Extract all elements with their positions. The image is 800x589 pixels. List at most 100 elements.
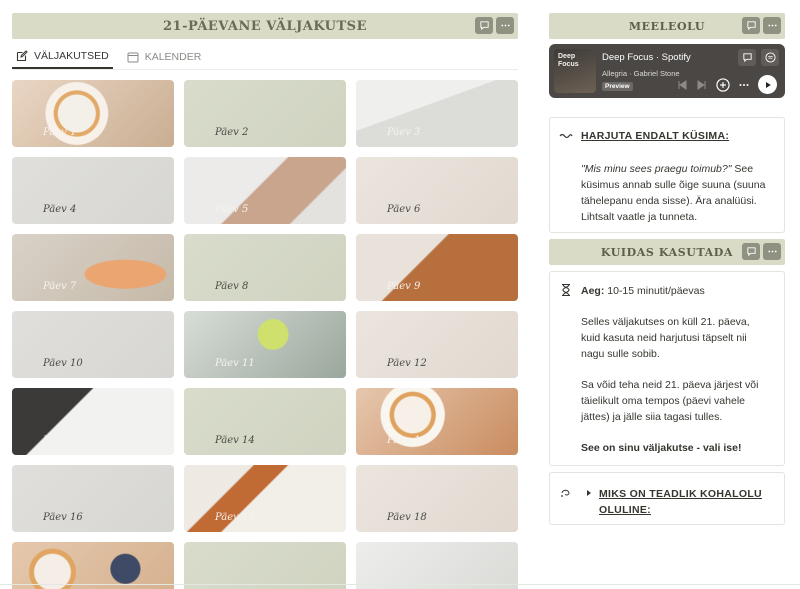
day-card-2[interactable]: Päev 2 (184, 80, 346, 147)
day-label: Päev 18 (387, 512, 427, 523)
more-icon[interactable] (738, 79, 750, 91)
day-label: Päev 1 (43, 127, 77, 138)
comment-button[interactable] (738, 49, 756, 66)
day-label: Päev 2 (215, 127, 249, 138)
day-card-9[interactable]: Päev 9 (356, 234, 518, 301)
day-card-13[interactable]: Päev 13 (12, 388, 174, 455)
track-artist: Allegria · Gabriel Stone (602, 69, 680, 78)
howto-title: KUIDAS KASUTADA (600, 245, 734, 259)
practice-callout: HARJUTA ENDALT KÜSIMA: "Mis minu sees pr… (549, 117, 785, 233)
howto-paragraph-1: Selles väljakutses on küll 21. päeva, ku… (581, 316, 750, 360)
spotify-embed[interactable]: Deep Focus Deep Focus · Spotify Allegria… (549, 44, 785, 98)
day-label: Päev 10 (43, 358, 83, 369)
day-label: Päev 16 (43, 512, 83, 523)
day-card-6[interactable]: Päev 6 (356, 157, 518, 224)
next-icon[interactable] (696, 79, 708, 91)
previous-icon[interactable] (676, 79, 688, 91)
howto-paragraph-2: Sa võid teha neid 21. päeva järjest või … (581, 379, 759, 423)
cover-text: Deep Focus (558, 53, 579, 68)
day-card-21[interactable] (356, 542, 518, 589)
day-card-3[interactable]: Päev 3 (356, 80, 518, 147)
more-icon (767, 250, 777, 253)
tab-challenges[interactable]: VÄLJAKUTSED (12, 44, 113, 69)
day-card-14[interactable]: Päev 14 (184, 388, 346, 455)
header-actions (742, 243, 781, 260)
edit-icon (16, 49, 28, 61)
day-label: Päev 7 (43, 281, 77, 292)
tab-calendar[interactable]: KALENDER (123, 44, 206, 69)
practice-question: "Mis minu sees praegu toimub?" (581, 163, 732, 175)
more-button[interactable] (763, 17, 781, 34)
thought-bubble-icon (561, 489, 570, 497)
play-button[interactable] (758, 75, 777, 94)
more-button[interactable] (496, 17, 514, 34)
practice-text: "Mis minu sees praegu toimub?" See küsim… (581, 161, 770, 225)
more-icon (500, 24, 510, 27)
howto-text: Aeg: 10-15 minutit/päevas Selles väljaku… (581, 283, 770, 471)
day-card-7[interactable]: Päev 7 (12, 234, 174, 301)
more-icon (767, 24, 777, 27)
why-callout[interactable]: MIKS ON TEADLIK KOHALOLU OLULINE: (549, 472, 785, 525)
page-title: 21-PÄEVANE VÄLJAKUTSE (163, 18, 367, 34)
day-card-4[interactable]: Päev 4 (12, 157, 174, 224)
day-label: Päev 11 (215, 358, 255, 369)
why-heading[interactable]: MIKS ON TEADLIK KOHALOLU OLULINE: (599, 486, 764, 518)
day-label: Päev 6 (387, 204, 421, 215)
day-card-18[interactable]: Päev 18 (356, 465, 518, 532)
day-card-8[interactable]: Päev 8 (184, 234, 346, 301)
time-value: 10-15 minutit/päevas (604, 285, 705, 297)
embed-actions (738, 49, 779, 66)
comment-icon (742, 53, 752, 63)
day-card-17[interactable]: Päev 17 (184, 465, 346, 532)
view-tabs: VÄLJAKUTSED KALENDER (12, 44, 518, 70)
day-label: Päev 4 (43, 204, 77, 215)
howto-callout: Aeg: 10-15 minutit/päevas Selles väljaku… (549, 271, 785, 466)
header-actions (742, 17, 781, 34)
day-card-10[interactable]: Päev 10 (12, 311, 174, 378)
day-label: Päev 13 (43, 435, 83, 446)
wave-icon (559, 133, 573, 139)
day-label: Päev 9 (387, 281, 421, 292)
comment-button[interactable] (742, 17, 760, 34)
day-label: Päev 5 (215, 204, 249, 215)
comment-button[interactable] (742, 243, 760, 260)
day-card-1[interactable]: Päev 1 (12, 80, 174, 147)
day-label: Päev 14 (215, 435, 255, 446)
tab-label: KALENDER (144, 50, 202, 63)
album-cover: Deep Focus (554, 49, 596, 93)
track-title: Deep Focus · Spotify (602, 52, 691, 63)
mood-header: MEELEOLU (549, 13, 785, 39)
spotify-logo-button[interactable] (761, 49, 779, 66)
comment-icon (479, 21, 489, 31)
spotify-icon (764, 52, 776, 63)
comment-button[interactable] (475, 17, 493, 34)
comment-icon (746, 21, 756, 31)
divider (0, 584, 800, 585)
header-actions (475, 17, 514, 34)
day-card-19[interactable] (12, 542, 174, 589)
day-card-20[interactable] (184, 542, 346, 589)
more-button[interactable] (763, 243, 781, 260)
day-label: Päev 15 (387, 435, 427, 446)
day-card-12[interactable]: Päev 12 (356, 311, 518, 378)
tab-label: VÄLJAKUTSED (34, 49, 109, 62)
day-label: Päev 8 (215, 281, 249, 292)
mood-title: MEELEOLU (628, 19, 706, 33)
howto-header: KUIDAS KASUTADA (549, 239, 785, 265)
challenge-header: 21-PÄEVANE VÄLJAKUTSE (12, 13, 518, 39)
howto-paragraph-3: See on sinu väljakutse - vali ise! (581, 442, 742, 454)
practice-heading: HARJUTA ENDALT KÜSIMA: (581, 130, 730, 142)
day-card-5[interactable]: Päev 5 (184, 157, 346, 224)
day-label: Päev 17 (215, 512, 255, 523)
day-label: Päev 3 (387, 127, 421, 138)
preview-badge: Preview (602, 82, 633, 91)
day-card-11[interactable]: Päev 11 (184, 311, 346, 378)
toggle-arrow-icon[interactable] (585, 489, 593, 497)
player-controls (676, 75, 777, 94)
add-icon[interactable] (716, 77, 730, 92)
comment-icon (746, 247, 756, 257)
day-card-15[interactable]: Päev 15 (356, 388, 518, 455)
day-gallery: Päev 1 Päev 2 Päev 3 Päev 4 Päev 5 Päev … (12, 80, 518, 589)
calendar-icon (127, 52, 139, 62)
day-card-16[interactable]: Päev 16 (12, 465, 174, 532)
